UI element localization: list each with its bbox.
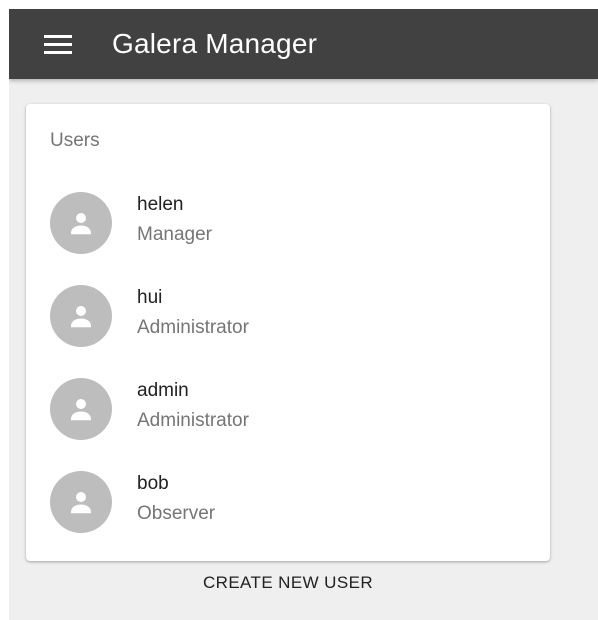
person-icon [71,306,91,328]
user-name: helen [137,194,184,215]
list-item[interactable]: helen Manager [26,186,550,279]
app-window: Galera Manager Users helen Manager hui A… [9,9,598,620]
user-role: Observer [137,503,216,524]
user-name: admin [137,380,189,401]
person-icon [71,399,91,421]
app-title: Galera Manager [112,28,318,59]
create-new-user-button[interactable]: CREATE NEW USER [172,565,404,601]
avatar [50,471,112,533]
avatar [50,192,112,254]
user-role: Manager [137,224,212,245]
list-item[interactable]: admin Administrator [26,372,550,465]
avatar [50,285,112,347]
user-role: Administrator [137,410,249,431]
list-item[interactable]: hui Administrator [26,279,550,372]
list-item[interactable]: bob Observer [26,465,550,558]
menu-button[interactable] [41,27,75,61]
user-name: hui [137,287,163,308]
card-title: Users [50,130,100,151]
user-name: bob [137,473,169,494]
menu-icon [44,35,72,54]
person-icon [71,492,91,514]
person-icon [71,213,91,235]
user-list: helen Manager hui Administrator admin Ad… [26,186,550,558]
users-card: Users helen Manager hui Administrator ad… [26,104,550,561]
user-role: Administrator [137,317,249,338]
avatar [50,378,112,440]
app-bar: Galera Manager [9,9,598,79]
